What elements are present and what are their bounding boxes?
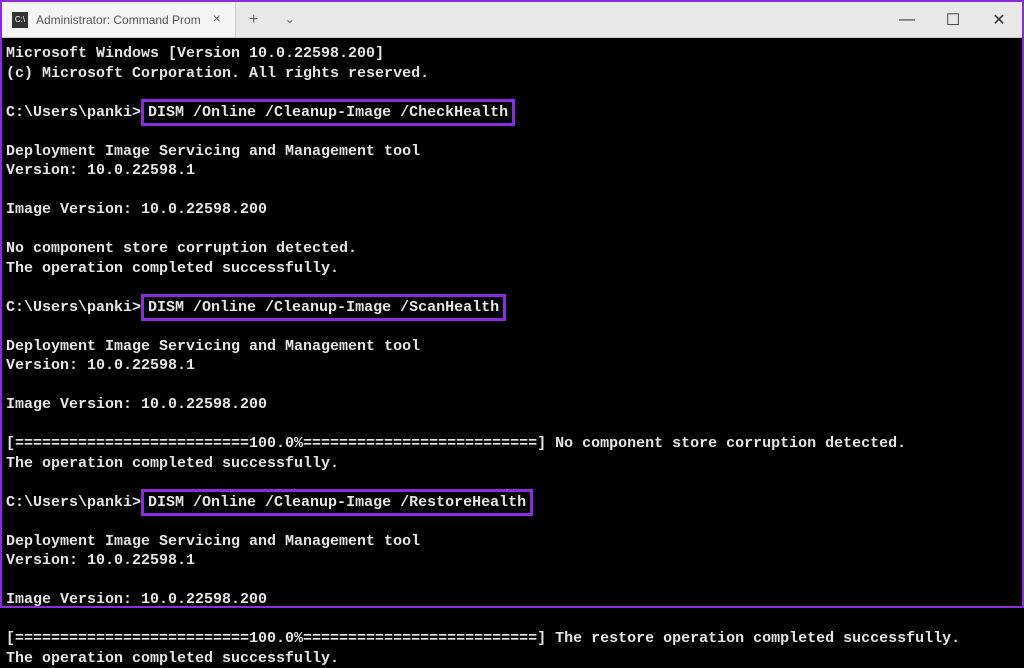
terminal-line: Image Version: 10.0.22598.200 (6, 201, 267, 218)
close-window-button[interactable]: ✕ (976, 2, 1022, 37)
tab-active[interactable]: C:\ Administrator: Command Prom × (2, 2, 236, 37)
terminal-line: [==========================100.0%=======… (6, 435, 906, 452)
terminal-line: Version: 10.0.22598.1 (6, 552, 195, 569)
terminal-line: [==========================100.0%=======… (6, 630, 960, 647)
maximize-button[interactable]: ☐ (930, 2, 976, 37)
terminal-line: The operation completed successfully. (6, 455, 339, 472)
terminal-line: The operation completed successfully. (6, 650, 339, 667)
minimize-button[interactable]: — (884, 2, 930, 37)
terminal-line: Deployment Image Servicing and Managemen… (6, 533, 420, 550)
close-tab-icon[interactable]: × (209, 12, 225, 28)
terminal-line: (c) Microsoft Corporation. All rights re… (6, 65, 429, 82)
window-controls: — ☐ ✕ (884, 2, 1022, 37)
prompt-path: C:\Users\panki> (6, 104, 141, 121)
highlighted-command-3: DISM /Online /Cleanup-Image /RestoreHeal… (141, 489, 533, 516)
terminal-line: Version: 10.0.22598.1 (6, 162, 195, 179)
prompt-path: C:\Users\panki> (6, 299, 141, 316)
terminal-output[interactable]: Microsoft Windows [Version 10.0.22598.20… (2, 38, 1022, 606)
titlebar: C:\ Administrator: Command Prom × + ⌄ — … (2, 2, 1022, 38)
terminal-line: Image Version: 10.0.22598.200 (6, 396, 267, 413)
cmd-icon: C:\ (12, 12, 28, 28)
chevron-down-icon[interactable]: ⌄ (272, 2, 308, 37)
terminal-line: Version: 10.0.22598.1 (6, 357, 195, 374)
terminal-line: Image Version: 10.0.22598.200 (6, 591, 267, 608)
highlighted-command-2: DISM /Online /Cleanup-Image /ScanHealth (141, 294, 506, 321)
prompt-path: C:\Users\panki> (6, 494, 141, 511)
terminal-line: Deployment Image Servicing and Managemen… (6, 143, 420, 160)
highlighted-command-1: DISM /Online /Cleanup-Image /CheckHealth (141, 99, 515, 126)
new-tab-button[interactable]: + (236, 2, 272, 37)
tab-title: Administrator: Command Prom (36, 13, 201, 27)
titlebar-spacer (308, 2, 884, 37)
terminal-line: No component store corruption detected. (6, 240, 357, 257)
terminal-line: The operation completed successfully. (6, 260, 339, 277)
terminal-line: Deployment Image Servicing and Managemen… (6, 338, 420, 355)
terminal-line: Microsoft Windows [Version 10.0.22598.20… (6, 45, 384, 62)
